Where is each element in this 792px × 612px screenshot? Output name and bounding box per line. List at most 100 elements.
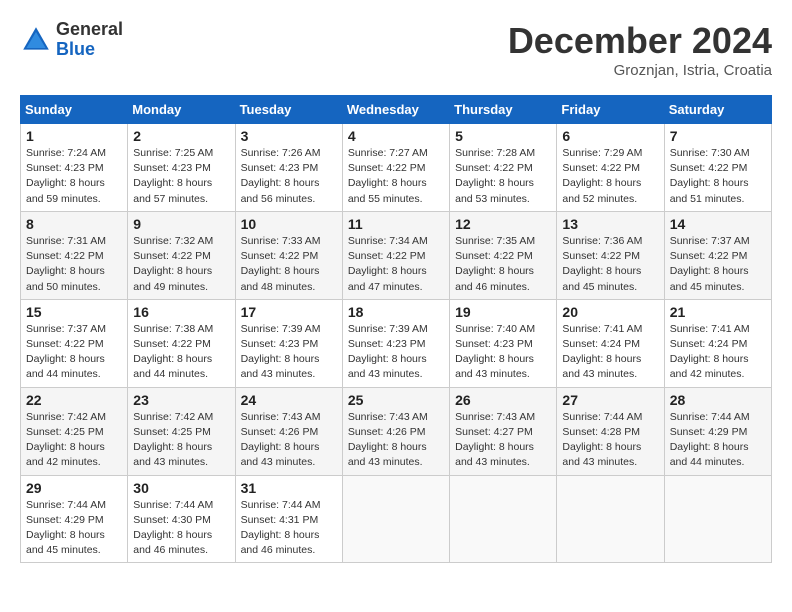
day-cell [342,475,449,563]
day-info: Sunrise: 7:44 AM Sunset: 4:30 PM Dayligh… [133,498,229,559]
day-info: Sunrise: 7:33 AM Sunset: 4:22 PM Dayligh… [241,234,337,295]
day-number: 8 [26,216,122,232]
day-cell [450,475,557,563]
day-number: 10 [241,216,337,232]
day-cell: 7 Sunrise: 7:30 AM Sunset: 4:22 PM Dayli… [664,124,771,212]
day-info: Sunrise: 7:41 AM Sunset: 4:24 PM Dayligh… [562,322,658,383]
day-info: Sunrise: 7:40 AM Sunset: 4:23 PM Dayligh… [455,322,551,383]
day-number: 22 [26,392,122,408]
day-number: 23 [133,392,229,408]
day-number: 30 [133,480,229,496]
day-number: 31 [241,480,337,496]
day-cell: 5 Sunrise: 7:28 AM Sunset: 4:22 PM Dayli… [450,124,557,212]
logo-general: General [56,20,123,40]
day-cell: 22 Sunrise: 7:42 AM Sunset: 4:25 PM Dayl… [21,387,128,475]
day-info: Sunrise: 7:38 AM Sunset: 4:22 PM Dayligh… [133,322,229,383]
day-number: 19 [455,304,551,320]
day-number: 28 [670,392,766,408]
day-cell: 21 Sunrise: 7:41 AM Sunset: 4:24 PM Dayl… [664,299,771,387]
column-header-monday: Monday [128,96,235,124]
day-number: 18 [348,304,444,320]
day-cell: 11 Sunrise: 7:34 AM Sunset: 4:22 PM Dayl… [342,211,449,299]
day-info: Sunrise: 7:24 AM Sunset: 4:23 PM Dayligh… [26,146,122,207]
day-number: 9 [133,216,229,232]
day-cell: 27 Sunrise: 7:44 AM Sunset: 4:28 PM Dayl… [557,387,664,475]
day-info: Sunrise: 7:31 AM Sunset: 4:22 PM Dayligh… [26,234,122,295]
day-info: Sunrise: 7:34 AM Sunset: 4:22 PM Dayligh… [348,234,444,295]
day-cell: 3 Sunrise: 7:26 AM Sunset: 4:23 PM Dayli… [235,124,342,212]
day-cell: 8 Sunrise: 7:31 AM Sunset: 4:22 PM Dayli… [21,211,128,299]
day-info: Sunrise: 7:42 AM Sunset: 4:25 PM Dayligh… [26,410,122,471]
day-info: Sunrise: 7:41 AM Sunset: 4:24 PM Dayligh… [670,322,766,383]
logo-blue: Blue [56,40,123,60]
day-cell [664,475,771,563]
day-info: Sunrise: 7:43 AM Sunset: 4:26 PM Dayligh… [348,410,444,471]
day-number: 12 [455,216,551,232]
day-number: 15 [26,304,122,320]
day-info: Sunrise: 7:44 AM Sunset: 4:29 PM Dayligh… [670,410,766,471]
day-cell: 16 Sunrise: 7:38 AM Sunset: 4:22 PM Dayl… [128,299,235,387]
day-info: Sunrise: 7:25 AM Sunset: 4:23 PM Dayligh… [133,146,229,207]
location-subtitle: Groznjan, Istria, Croatia [508,62,772,79]
day-number: 21 [670,304,766,320]
day-cell: 4 Sunrise: 7:27 AM Sunset: 4:22 PM Dayli… [342,124,449,212]
day-number: 20 [562,304,658,320]
logo-text: General Blue [56,20,123,60]
logo: General Blue [20,20,123,60]
logo-icon [20,24,52,56]
day-number: 14 [670,216,766,232]
day-cell: 23 Sunrise: 7:42 AM Sunset: 4:25 PM Dayl… [128,387,235,475]
day-number: 3 [241,128,337,144]
day-info: Sunrise: 7:26 AM Sunset: 4:23 PM Dayligh… [241,146,337,207]
day-number: 13 [562,216,658,232]
day-cell: 17 Sunrise: 7:39 AM Sunset: 4:23 PM Dayl… [235,299,342,387]
day-cell: 29 Sunrise: 7:44 AM Sunset: 4:29 PM Dayl… [21,475,128,563]
day-info: Sunrise: 7:37 AM Sunset: 4:22 PM Dayligh… [26,322,122,383]
day-cell: 10 Sunrise: 7:33 AM Sunset: 4:22 PM Dayl… [235,211,342,299]
day-info: Sunrise: 7:37 AM Sunset: 4:22 PM Dayligh… [670,234,766,295]
day-number: 26 [455,392,551,408]
day-cell: 9 Sunrise: 7:32 AM Sunset: 4:22 PM Dayli… [128,211,235,299]
day-cell: 1 Sunrise: 7:24 AM Sunset: 4:23 PM Dayli… [21,124,128,212]
day-info: Sunrise: 7:39 AM Sunset: 4:23 PM Dayligh… [241,322,337,383]
day-cell: 15 Sunrise: 7:37 AM Sunset: 4:22 PM Dayl… [21,299,128,387]
column-header-tuesday: Tuesday [235,96,342,124]
calendar-header-row: SundayMondayTuesdayWednesdayThursdayFrid… [21,96,772,124]
week-row-5: 29 Sunrise: 7:44 AM Sunset: 4:29 PM Dayl… [21,475,772,563]
day-number: 27 [562,392,658,408]
day-cell: 25 Sunrise: 7:43 AM Sunset: 4:26 PM Dayl… [342,387,449,475]
month-title: December 2024 [508,20,772,62]
week-row-4: 22 Sunrise: 7:42 AM Sunset: 4:25 PM Dayl… [21,387,772,475]
title-block: December 2024 Groznjan, Istria, Croatia [508,20,772,79]
day-cell: 12 Sunrise: 7:35 AM Sunset: 4:22 PM Dayl… [450,211,557,299]
day-number: 25 [348,392,444,408]
day-cell: 18 Sunrise: 7:39 AM Sunset: 4:23 PM Dayl… [342,299,449,387]
calendar-table: SundayMondayTuesdayWednesdayThursdayFrid… [20,95,772,563]
day-cell: 28 Sunrise: 7:44 AM Sunset: 4:29 PM Dayl… [664,387,771,475]
day-cell [557,475,664,563]
day-info: Sunrise: 7:44 AM Sunset: 4:28 PM Dayligh… [562,410,658,471]
day-info: Sunrise: 7:36 AM Sunset: 4:22 PM Dayligh… [562,234,658,295]
column-header-friday: Friday [557,96,664,124]
column-header-thursday: Thursday [450,96,557,124]
day-info: Sunrise: 7:30 AM Sunset: 4:22 PM Dayligh… [670,146,766,207]
column-header-sunday: Sunday [21,96,128,124]
day-cell: 20 Sunrise: 7:41 AM Sunset: 4:24 PM Dayl… [557,299,664,387]
day-cell: 30 Sunrise: 7:44 AM Sunset: 4:30 PM Dayl… [128,475,235,563]
day-info: Sunrise: 7:28 AM Sunset: 4:22 PM Dayligh… [455,146,551,207]
day-number: 24 [241,392,337,408]
day-number: 6 [562,128,658,144]
day-info: Sunrise: 7:39 AM Sunset: 4:23 PM Dayligh… [348,322,444,383]
day-number: 5 [455,128,551,144]
day-number: 1 [26,128,122,144]
day-number: 7 [670,128,766,144]
week-row-2: 8 Sunrise: 7:31 AM Sunset: 4:22 PM Dayli… [21,211,772,299]
week-row-3: 15 Sunrise: 7:37 AM Sunset: 4:22 PM Dayl… [21,299,772,387]
page-header: General Blue December 2024 Groznjan, Ist… [20,20,772,79]
day-info: Sunrise: 7:43 AM Sunset: 4:26 PM Dayligh… [241,410,337,471]
week-row-1: 1 Sunrise: 7:24 AM Sunset: 4:23 PM Dayli… [21,124,772,212]
day-info: Sunrise: 7:32 AM Sunset: 4:22 PM Dayligh… [133,234,229,295]
day-info: Sunrise: 7:43 AM Sunset: 4:27 PM Dayligh… [455,410,551,471]
day-cell: 31 Sunrise: 7:44 AM Sunset: 4:31 PM Dayl… [235,475,342,563]
day-number: 2 [133,128,229,144]
